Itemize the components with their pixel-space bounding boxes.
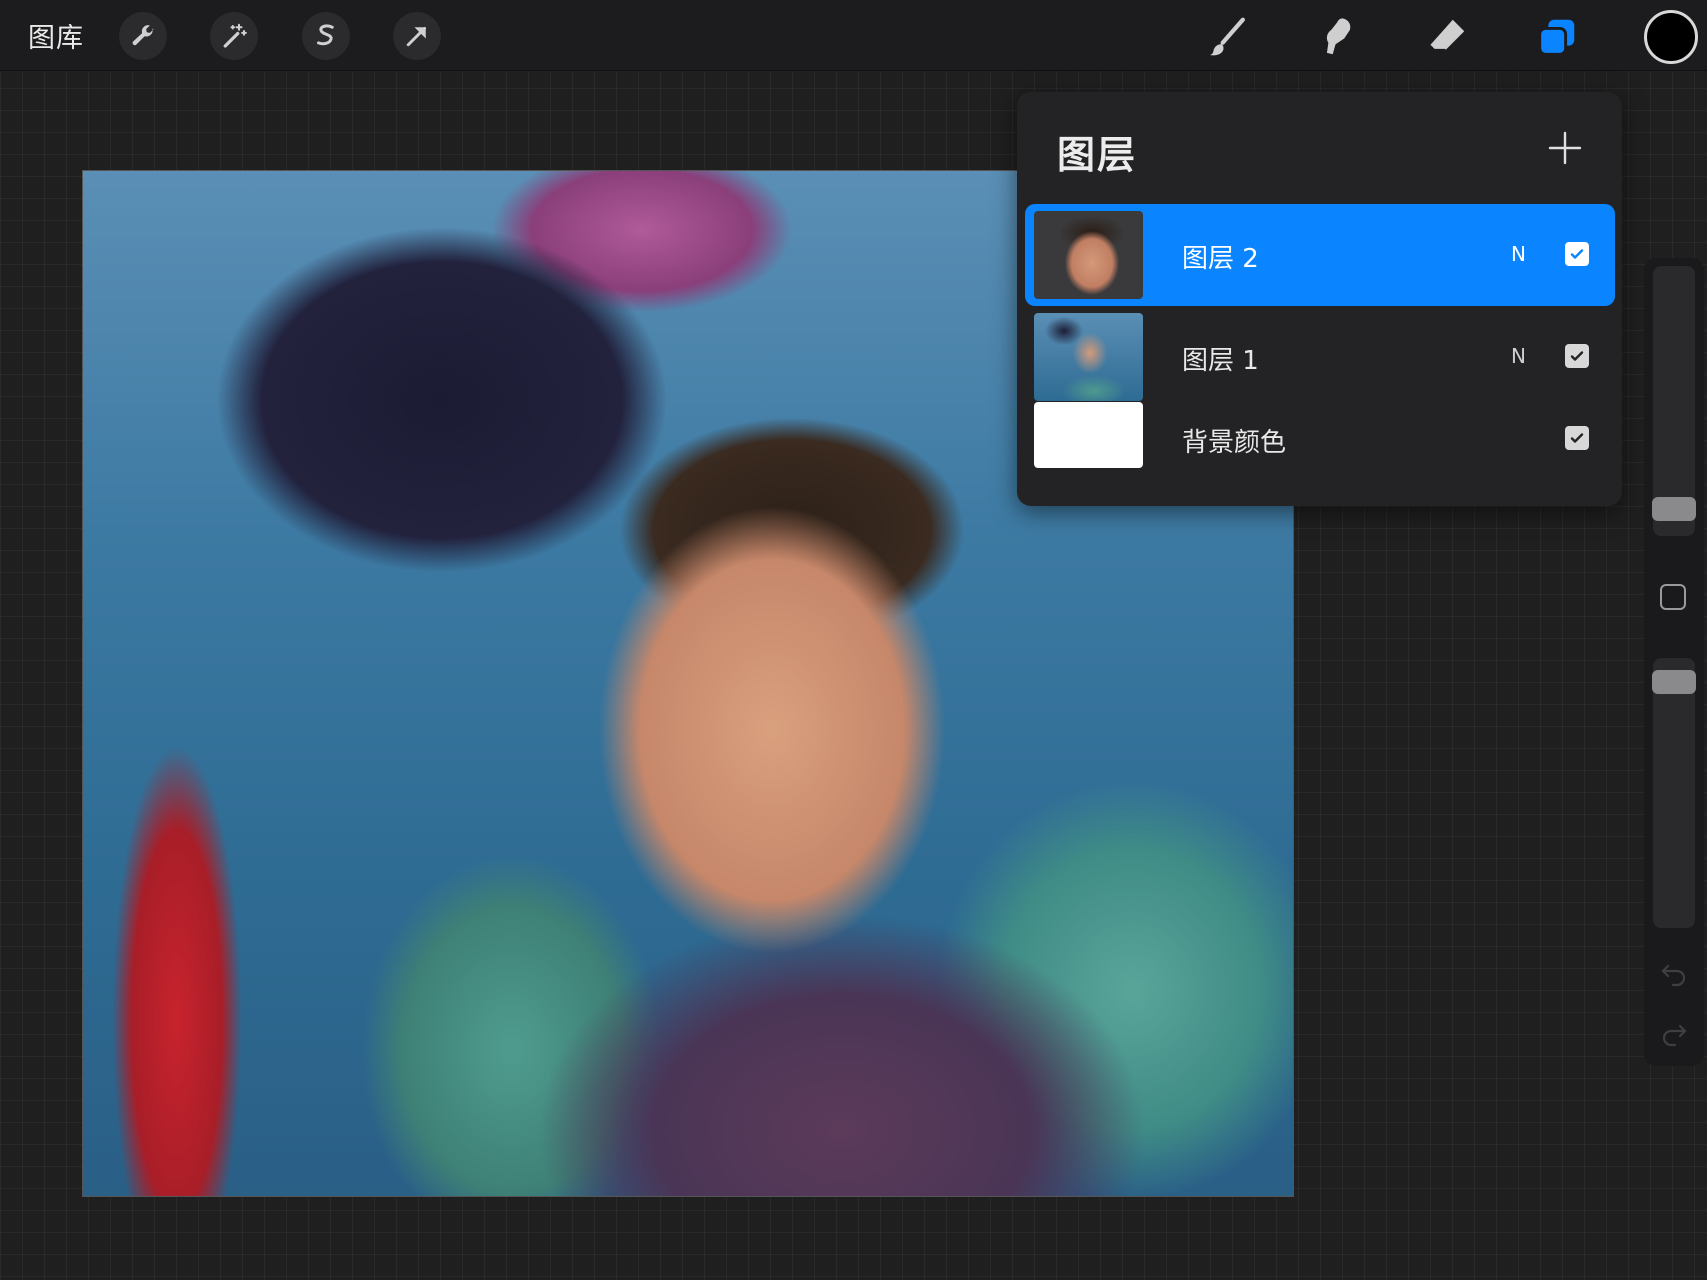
checkmark-icon <box>1570 351 1584 361</box>
right-sidebar <box>1644 258 1704 1066</box>
visibility-checkbox[interactable] <box>1565 344 1589 368</box>
blend-mode-button[interactable]: N <box>1511 344 1526 368</box>
visibility-checkbox[interactable] <box>1565 242 1589 266</box>
layer-row-background[interactable]: 背景颜色 <box>1025 398 1615 500</box>
square-icon[interactable] <box>1660 584 1686 610</box>
opacity-thumb[interactable] <box>1652 670 1696 695</box>
transform-button[interactable] <box>393 12 441 60</box>
layer-name: 图层 1 <box>1182 346 1259 376</box>
color-picker-button[interactable] <box>1644 10 1698 64</box>
layer-thumbnail <box>1034 211 1143 299</box>
selection-icon <box>317 24 334 46</box>
top-toolbar: 图库 <box>0 0 1707 71</box>
gallery-button[interactable]: 图库 <box>28 16 84 55</box>
eraser-icon <box>1428 19 1465 52</box>
wrench-icon <box>132 25 154 46</box>
move-arrow-icon <box>406 27 426 47</box>
smudge-tool-button[interactable] <box>1310 10 1364 64</box>
layer-name: 图层 2 <box>1182 244 1259 274</box>
layers-tool-button[interactable] <box>1530 10 1584 64</box>
brush-size-thumb[interactable] <box>1652 497 1696 522</box>
adjustments-button[interactable] <box>210 12 258 60</box>
plus-icon[interactable] <box>1545 128 1585 168</box>
checkmark-icon <box>1570 433 1584 443</box>
blend-mode-button[interactable]: N <box>1511 242 1526 266</box>
layer-row-2[interactable]: 图层 2 N <box>1025 204 1615 306</box>
layer-thumbnail <box>1034 313 1143 401</box>
layers-panel-title: 图层 <box>1057 133 1138 177</box>
layers-panel: 图层 图层 2 N 图层 1 N 背景颜色 <box>1017 92 1622 506</box>
actions-button[interactable] <box>119 12 167 60</box>
smudge-icon <box>1326 18 1351 55</box>
brush-size-slider[interactable] <box>1652 266 1696 536</box>
checkmark-icon <box>1570 249 1584 259</box>
opacity-slider[interactable] <box>1652 658 1696 928</box>
eraser-tool-button[interactable] <box>1420 10 1474 64</box>
layers-icon <box>1538 19 1575 56</box>
brush-tool-button[interactable] <box>1200 10 1254 64</box>
layer-thumbnail <box>1034 402 1143 468</box>
layer-name: 背景颜色 <box>1182 428 1287 458</box>
selection-button[interactable] <box>302 12 350 60</box>
layer-row-1[interactable]: 图层 1 N <box>1025 306 1615 408</box>
redo-icon[interactable] <box>1658 1016 1690 1048</box>
magic-wand-icon <box>223 23 247 48</box>
visibility-checkbox[interactable] <box>1565 426 1589 450</box>
undo-icon[interactable] <box>1658 956 1690 988</box>
brush-icon <box>1209 17 1245 56</box>
